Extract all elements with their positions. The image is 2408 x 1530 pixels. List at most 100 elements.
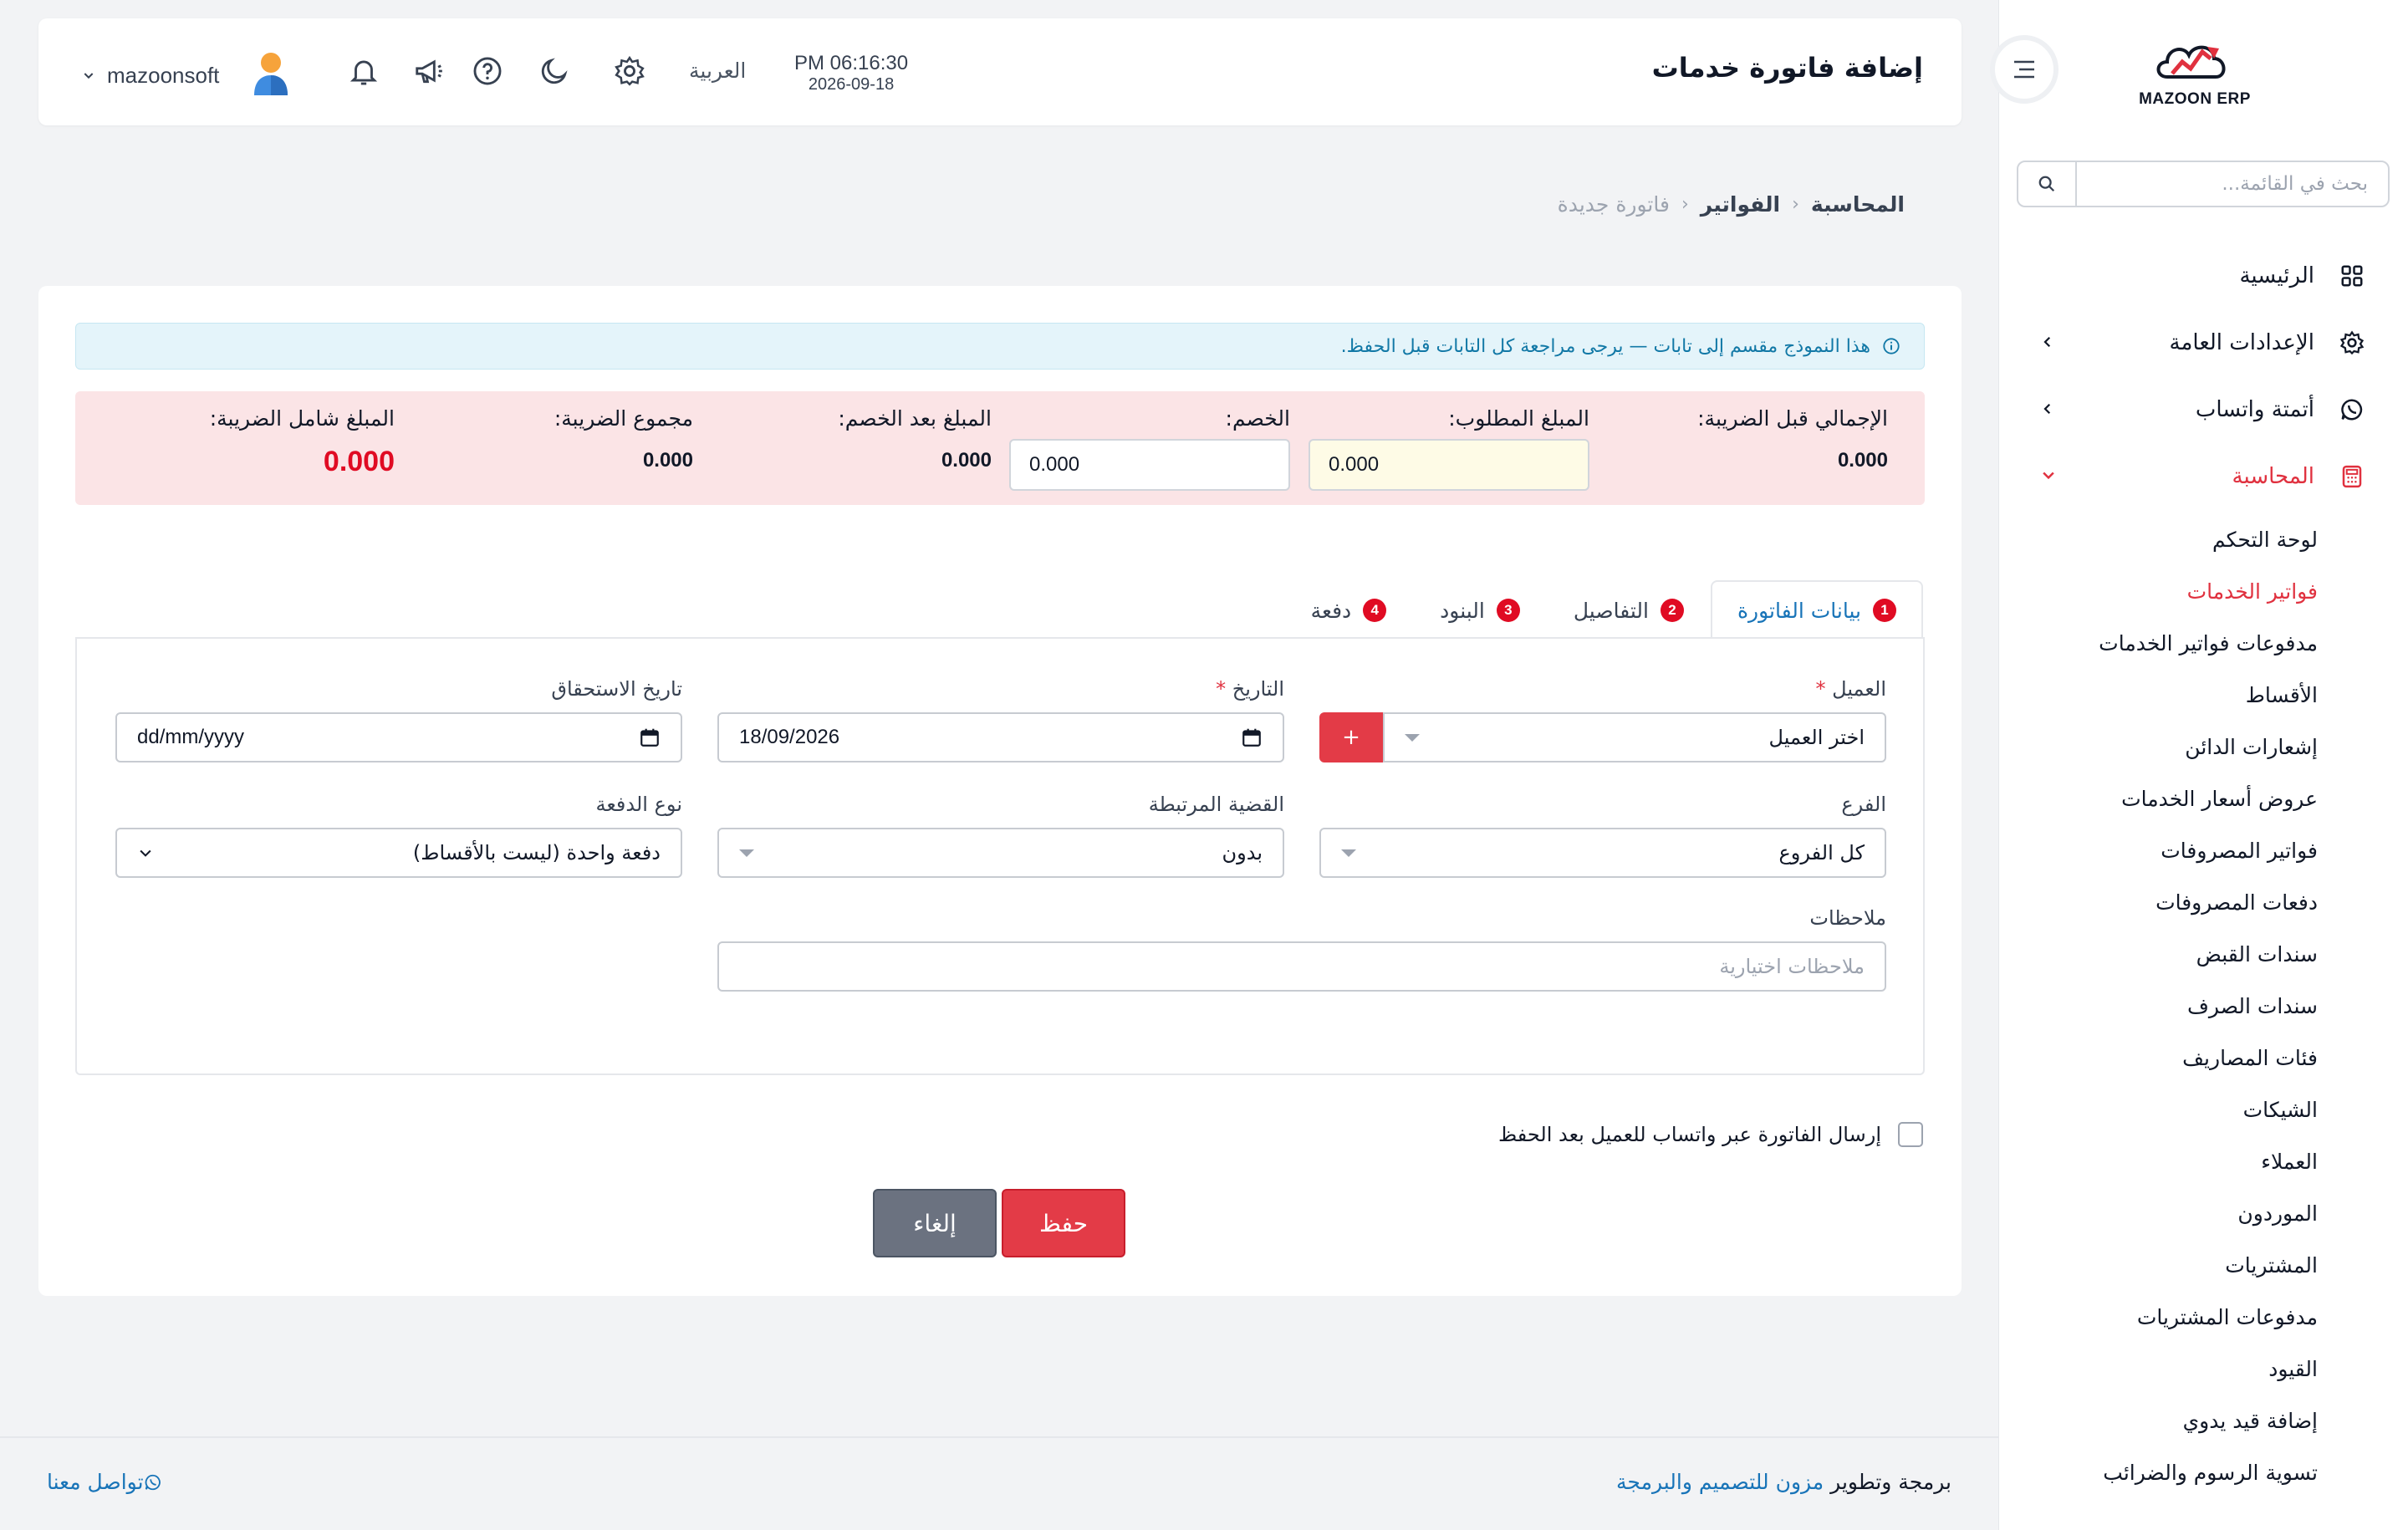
username: mazoonsoft — [107, 62, 220, 88]
sidebar-subitem[interactable]: المشتريات — [1998, 1239, 2408, 1291]
sidebar-subitem[interactable]: تسوية الرسوم والضرائب — [1998, 1446, 2408, 1498]
contact-us-link[interactable]: تواصل معنا — [47, 1470, 176, 1494]
cancel-button[interactable]: إلغاء — [873, 1189, 997, 1257]
sidebar-subitem[interactable]: الشيكات — [1998, 1084, 2408, 1135]
add-customer-button[interactable]: + — [1319, 712, 1383, 762]
discount-label: الخصم: — [1225, 406, 1290, 431]
settings-button[interactable] — [610, 52, 649, 90]
chevron-left-icon — [2040, 330, 2055, 355]
customer-control-group: اختر العميل + — [1319, 712, 1886, 762]
required-amount-label: المبلغ المطلوب: — [1448, 406, 1589, 431]
calendar-icon[interactable] — [1241, 727, 1263, 748]
whatsapp-send-label: إرسال الفاتورة عبر واتساب للعميل بعد الح… — [1497, 1123, 1881, 1146]
customer-label: العميل — [1832, 677, 1886, 701]
invoice-data-panel: العميل * اختر العميل + التاريخ * 18/09/2… — [75, 637, 1925, 1075]
sidebar-subitem[interactable]: الأقساط — [1998, 669, 2408, 721]
whatsapp-send-option[interactable]: إرسال الفاتورة عبر واتساب للعميل بعد الح… — [1498, 1122, 1923, 1147]
discount-input[interactable] — [1009, 439, 1290, 491]
breadcrumb-accounting[interactable]: المحاسبة — [1811, 192, 1905, 217]
sidebar-subitem[interactable]: فواتير الخدمات — [1998, 565, 2408, 617]
due-date-input[interactable]: dd/mm/yyyy — [115, 712, 682, 762]
dark-mode-toggle[interactable] — [535, 52, 574, 90]
sidebar-subitem[interactable]: سندات القبض — [1998, 928, 2408, 980]
sidebar-subitem[interactable]: لوحة التحكم — [1998, 513, 2408, 565]
app-logo[interactable]: MAZOON ERP — [2132, 33, 2258, 117]
date-input[interactable]: 18/09/2026 — [717, 712, 1284, 762]
branch-select-value: كل الفروع — [1778, 841, 1865, 864]
sidebar: MAZOON ERP الرئيسية الإعدادات العامة — [1998, 0, 2408, 1530]
sidebar-item-home[interactable]: الرئيسية — [1998, 242, 2408, 309]
chevron-down-icon — [140, 849, 151, 857]
customer-field: العميل * اختر العميل + — [1319, 677, 1886, 762]
sidebar-subitem[interactable]: العملاء — [1998, 1135, 2408, 1187]
whatsapp-send-checkbox[interactable] — [1898, 1122, 1923, 1147]
chevron-down-icon — [82, 64, 95, 87]
user-menu[interactable]: mazoonsoft — [82, 50, 291, 100]
linked-case-select-value: بدون — [1222, 841, 1263, 864]
search-button[interactable] — [2018, 162, 2077, 206]
help-icon — [473, 57, 502, 85]
tab-invoice-data[interactable]: 1 بيانات الفاتورة — [1710, 580, 1923, 639]
sidebar-item-accounting[interactable]: المحاسبة — [1998, 443, 2408, 510]
customer-select[interactable]: اختر العميل — [1383, 712, 1886, 762]
branch-select[interactable]: كل الفروع — [1319, 828, 1886, 878]
language-switch[interactable]: العربية — [689, 59, 746, 83]
tax-total-label: مجموع الضريبة: — [554, 406, 693, 431]
payment-type-select[interactable]: دفعة واحدة (ليست بالأقساط) — [115, 828, 682, 878]
required-mark: * — [1216, 677, 1227, 701]
calendar-icon[interactable] — [639, 727, 661, 748]
notes-input[interactable]: ملاحظات اختيارية — [717, 941, 1886, 992]
footer-credit-link[interactable]: مزون للتصميم والبرمجة — [1616, 1470, 1824, 1494]
clock: PM 06:16:30 2026-09-18 — [794, 52, 908, 94]
date-input-value: 18/09/2026 — [739, 726, 840, 748]
whatsapp-icon — [2338, 395, 2366, 424]
gear-icon — [615, 55, 645, 86]
linked-case-label: القضية المرتبطة — [1148, 793, 1284, 816]
sidebar-menu: الرئيسية الإعدادات العامة أتمتة واتساب ا… — [1998, 242, 2408, 1498]
sidebar-search-input[interactable] — [2077, 162, 2388, 206]
sidebar-subitem[interactable]: مدفوعات فواتير الخدمات — [1998, 617, 2408, 669]
help-button[interactable] — [468, 52, 507, 90]
sidebar-subitem[interactable]: إشعارات الدائن — [1998, 721, 2408, 773]
breadcrumb-current: فاتورة جديدة — [1557, 192, 1670, 217]
branch-field: الفرع كل الفروع — [1319, 793, 1886, 878]
sidebar-subitem[interactable]: القيود — [1998, 1343, 2408, 1395]
breadcrumb: المحاسبة ‹ الفواتير ‹ فاتورة جديدة — [1558, 192, 1905, 217]
avatar — [251, 50, 291, 100]
dropdown-caret-icon — [739, 849, 754, 857]
payment-type-select-value: دفعة واحدة (ليست بالأقساط) — [412, 841, 661, 864]
tab-items[interactable]: 3 البنود — [1413, 580, 1547, 639]
tab-number-badge: 4 — [1363, 599, 1387, 622]
tab-details[interactable]: 2 التفاصيل — [1547, 580, 1711, 639]
notifications-button[interactable] — [344, 52, 383, 90]
sidebar-item-whatsapp[interactable]: أتمتة واتساب — [1998, 376, 2408, 443]
sidebar-subitem[interactable]: عروض أسعار الخدمات — [1998, 773, 2408, 824]
linked-case-select[interactable]: بدون — [717, 828, 1284, 878]
search-icon — [2038, 176, 2055, 192]
sidebar-subitem[interactable]: فئات المصاريف — [1998, 1032, 2408, 1084]
tab-label: دفعة — [1310, 598, 1352, 623]
sidebar-subitem[interactable]: فواتير المصروفات — [1998, 824, 2408, 876]
sidebar-subitem[interactable]: دفعات المصروفات — [1998, 876, 2408, 928]
sidebar-subitem[interactable]: سندات الصرف — [1998, 980, 2408, 1032]
save-button[interactable]: حفظ — [1002, 1189, 1125, 1257]
tab-payment[interactable]: 4 دفعة — [1284, 580, 1414, 639]
required-amount-input[interactable] — [1309, 439, 1589, 491]
breadcrumb-invoices[interactable]: الفواتير — [1701, 192, 1780, 217]
announcements-button[interactable] — [410, 52, 448, 90]
chevron-down-icon — [2040, 464, 2057, 489]
sidebar-subitem[interactable]: الموردون — [1998, 1187, 2408, 1239]
grand-total-block: المبلغ شامل الضريبة: 0.000 — [114, 406, 395, 478]
tab-number-badge: 1 — [1873, 599, 1896, 622]
whatsapp-icon — [144, 1473, 162, 1492]
logo-icon — [2156, 45, 2226, 79]
sidebar-toggle-button[interactable] — [1990, 35, 2059, 104]
accounting-submenu: لوحة التحكم فواتير الخدمات مدفوعات فواتير … — [1998, 510, 2408, 1498]
date-field: التاريخ * 18/09/2026 — [717, 677, 1284, 762]
sidebar-item-settings[interactable]: الإعدادات العامة — [1998, 309, 2408, 376]
date-label: التاريخ — [1232, 677, 1284, 701]
sidebar-subitem[interactable]: إضافة قيد يدوي — [1998, 1395, 2408, 1446]
grand-total-label: المبلغ شامل الضريبة: — [209, 406, 395, 431]
sidebar-subitem[interactable]: مدفوعات المشتريات — [1998, 1291, 2408, 1343]
gear-icon — [2338, 329, 2366, 357]
